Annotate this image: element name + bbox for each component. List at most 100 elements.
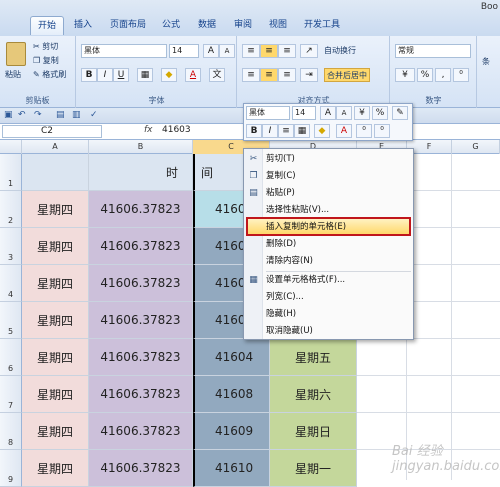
tab-page-layout[interactable]: 页面布局 (104, 16, 152, 35)
cell-c7[interactable]: 41608 (193, 376, 270, 413)
cell-b7[interactable]: 41606.37823 (89, 376, 193, 413)
cell-b3[interactable]: 41606.37823 (89, 228, 193, 265)
comma-button[interactable]: , (435, 68, 451, 82)
cell-c6[interactable]: 41604 (193, 339, 270, 376)
cell-a3[interactable]: 星期四 (22, 228, 89, 265)
tab-view[interactable]: 视图 (263, 16, 293, 35)
undo-icon[interactable]: ↶ (18, 110, 26, 120)
mini-grow-font-button[interactable]: A (320, 106, 336, 120)
select-all-corner[interactable] (0, 140, 22, 154)
print-preview-icon[interactable]: ▤ (56, 110, 65, 120)
cell-b5[interactable]: 41606.37823 (89, 302, 193, 339)
paste-icon[interactable] (6, 42, 26, 66)
spellcheck-icon[interactable]: ✓ (90, 110, 98, 120)
mini-fill-color-button[interactable]: ◆ (314, 124, 330, 138)
align-top-button[interactable]: ≡ (242, 44, 260, 58)
column-header-b[interactable]: B (89, 140, 193, 154)
cell-b1[interactable]: 时 (89, 154, 193, 191)
row-header-5[interactable]: 5 (0, 302, 22, 339)
cell-d6[interactable]: 星期五 (270, 339, 357, 376)
cell-d8[interactable]: 星期日 (270, 413, 357, 450)
row-header-8[interactable]: 8 (0, 413, 22, 450)
number-format-select[interactable]: 常规 (395, 44, 471, 58)
formula-input[interactable]: 41603 (162, 125, 191, 135)
tab-home[interactable]: 开始 (30, 16, 64, 35)
cell-a8[interactable]: 星期四 (22, 413, 89, 450)
cell-b2[interactable]: 41606.37823 (89, 191, 193, 228)
mini-shrink-font-button[interactable]: A (336, 106, 352, 120)
column-header-g[interactable]: G (452, 140, 500, 154)
cell-a6[interactable]: 星期四 (22, 339, 89, 376)
mini-increase-decimal-button[interactable]: ⁰ (374, 124, 390, 138)
mini-format-painter-button[interactable]: ✎ (392, 106, 408, 120)
phonetic-button[interactable]: 文 (209, 68, 225, 82)
cell-a4[interactable]: 星期四 (22, 265, 89, 302)
menu-item-copy[interactable]: ❐ 复制(C) (244, 168, 413, 185)
cell-a9[interactable]: 星期四 (22, 450, 89, 487)
currency-button[interactable]: ¥ (395, 68, 415, 82)
row-header-2[interactable]: 2 (0, 191, 22, 228)
shrink-font-button[interactable]: A (219, 44, 235, 58)
mini-align-button[interactable]: ≡ (278, 124, 294, 138)
menu-item-format-cells[interactable]: ▦ 设置单元格格式(F)... (244, 272, 413, 289)
insert-function-icon[interactable]: fx (144, 125, 153, 135)
menu-item-cut[interactable]: ✂ 剪切(T) (244, 151, 413, 168)
italic-button[interactable]: I (97, 68, 113, 82)
align-middle-button[interactable]: ≡ (260, 44, 278, 58)
tab-data[interactable]: 数据 (192, 16, 222, 35)
cut-button[interactable]: ✂ 剪切 (33, 40, 58, 54)
percent-button[interactable]: % (417, 68, 433, 82)
cell-a1[interactable] (22, 154, 89, 191)
orientation-button[interactable]: ↗ (300, 44, 318, 58)
underline-button[interactable]: U (113, 68, 129, 82)
quick-print-icon[interactable]: ▥ (72, 110, 81, 120)
save-icon[interactable]: ▣ (4, 110, 13, 120)
border-button[interactable]: ▦ (137, 68, 153, 82)
tab-insert[interactable]: 插入 (68, 16, 98, 35)
cell-c9[interactable]: 41610 (193, 450, 270, 487)
align-left-button[interactable]: ≡ (242, 68, 260, 82)
merge-center-button[interactable]: 合并后居中 (324, 68, 370, 82)
align-right-button[interactable]: ≡ (278, 68, 296, 82)
conditional-format-partial[interactable]: 条 (482, 56, 490, 67)
font-color-button[interactable]: A (185, 68, 201, 82)
font-size-select[interactable]: 14 (169, 44, 199, 58)
font-name-select[interactable]: 黑体 (81, 44, 167, 58)
mini-border-button[interactable]: ▦ (294, 124, 310, 138)
tab-formulas[interactable]: 公式 (156, 16, 186, 35)
tab-review[interactable]: 审阅 (228, 16, 258, 35)
decimal-button[interactable]: ⁰ (453, 68, 469, 82)
column-header-a[interactable]: A (22, 140, 89, 154)
mini-font-color-button[interactable]: A (336, 124, 352, 138)
grow-font-button[interactable]: A (203, 44, 219, 58)
mini-percent-button[interactable]: % (372, 106, 388, 120)
row-header-1[interactable]: 1 (0, 154, 22, 191)
cell-d9[interactable]: 星期一 (270, 450, 357, 487)
row-header-7[interactable]: 7 (0, 376, 22, 413)
menu-item-unhide[interactable]: 取消隐藏(U) (244, 323, 413, 340)
menu-item-column-width[interactable]: 列宽(C)... (244, 289, 413, 306)
mini-bold-button[interactable]: B (246, 124, 262, 138)
copy-button[interactable]: ❐ 复制 (33, 54, 59, 68)
fill-color-button[interactable]: ◆ (161, 68, 177, 82)
mini-font-select[interactable]: 黑体 (246, 106, 290, 120)
row-header-6[interactable]: 6 (0, 339, 22, 376)
cell-a5[interactable]: 星期四 (22, 302, 89, 339)
menu-item-insert-copied-cells[interactable]: 插入复制的单元格(E) (244, 219, 413, 236)
name-box[interactable]: C2 (2, 125, 102, 138)
row-header-9[interactable]: 9 (0, 450, 22, 487)
format-painter-button[interactable]: ✎ 格式刷 (33, 68, 66, 82)
cell-c8[interactable]: 41609 (193, 413, 270, 450)
menu-item-paste[interactable]: ▤ 粘贴(P) (244, 185, 413, 202)
cell-b8[interactable]: 41606.37823 (89, 413, 193, 450)
tab-developer[interactable]: 开发工具 (298, 16, 346, 35)
cell-a2[interactable]: 星期四 (22, 191, 89, 228)
cell-b6[interactable]: 41606.37823 (89, 339, 193, 376)
row-header-4[interactable]: 4 (0, 265, 22, 302)
indent-button[interactable]: ⇥ (300, 68, 318, 82)
wrap-text-button[interactable]: 自动换行 (324, 44, 356, 58)
mini-decrease-decimal-button[interactable]: ⁰ (356, 124, 372, 138)
bold-button[interactable]: B (81, 68, 97, 82)
align-bottom-button[interactable]: ≡ (278, 44, 296, 58)
mini-size-select[interactable]: 14 (292, 106, 316, 120)
